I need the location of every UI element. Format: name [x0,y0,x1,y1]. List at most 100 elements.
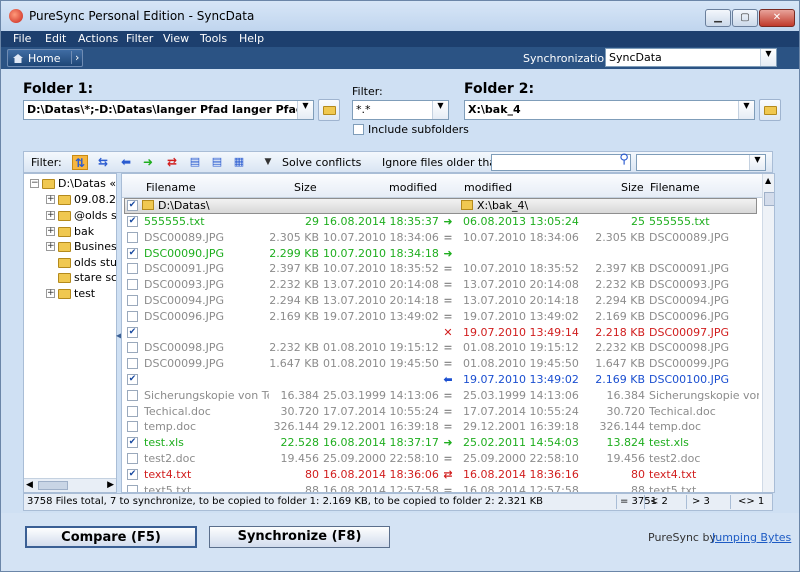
chevron-down-icon[interactable]: ▼ [760,49,776,66]
table-row[interactable]: DSC00098.JPG 2.232 KB 01.08.2010 19:15:12 =… [122,340,762,356]
show-right-icon[interactable]: ➜ [140,155,156,170]
row-checkbox[interactable] [127,389,138,401]
search-icon[interactable]: ⚲ [616,153,632,168]
menu-file[interactable]: File [13,32,31,45]
expand-icon[interactable]: + [46,289,55,298]
folder1-combo[interactable]: D:\Datas\*;-D:\Datas\langer Pfad langer … [23,100,314,120]
table-row[interactable]: ✔ text4.txt 80 16.08.2014 18:36:06 ⇄ 16.08.20… [122,467,762,483]
sync-action-icon[interactable]: = [441,231,455,244]
solve-conflicts-button[interactable]: Solve conflicts [282,156,361,169]
collapse-icon[interactable]: − [30,179,39,188]
sync-action-icon[interactable]: ⇄ [441,468,455,481]
tree-item[interactable]: stare sc [46,271,116,285]
row-checkbox[interactable] [127,484,138,492]
sync-action-icon[interactable]: = [441,294,455,307]
chevron-down-icon[interactable]: ▼ [738,101,754,119]
tree-item[interactable]: + @olds s [46,209,116,223]
table-row[interactable]: DSC00091.JPG 2.397 KB 10.07.2010 18:35:52 =… [122,261,762,277]
chevron-down-icon[interactable]: ▼ [432,101,448,119]
row-checkbox[interactable]: ✔ [127,437,138,449]
sync-action-icon[interactable]: ✕ [441,326,455,339]
expand-icon[interactable]: + [46,227,55,236]
tree-horizontal-scrollbar[interactable]: ◀ ▶ [24,478,116,492]
show-conflicts-icon[interactable]: ⇄ [164,155,180,170]
row-checkbox[interactable]: ✔ [127,326,138,338]
synchronize-button[interactable]: Synchronize (F8) [209,526,390,548]
menu-view[interactable]: View [163,32,189,45]
show-changed-icon[interactable]: ⇆ [95,155,111,170]
close-button[interactable]: ✕ [759,9,795,27]
sync-action-icon[interactable]: ➜ [441,215,455,228]
table-row[interactable]: temp.doc 326.144 29.12.2001 16:39:18 = 29.12… [122,419,762,435]
expand-icon[interactable]: + [46,195,55,204]
menu-tools[interactable]: Tools [200,32,227,45]
row-checkbox[interactable] [127,421,138,433]
table-row[interactable]: text5.txt 88 16.08.2014 12:57:58 = 16.08.201… [122,483,762,492]
ignore-older-dropdown[interactable]: ▼ [636,154,766,171]
scroll-thumb[interactable] [38,481,68,490]
folder2-browse-button[interactable] [759,99,781,121]
status-right-count[interactable]: > 3 [692,496,710,507]
table-row[interactable]: DSC00093.JPG 2.232 KB 13.07.2010 20:14:08 =… [122,277,762,293]
show-all-icon[interactable]: ⇅ [72,155,88,170]
folder1-browse-button[interactable] [318,99,340,121]
directory-row[interactable]: ✔ D:\Datas\ X:\bak_4\ [122,198,762,214]
show-left-only-icon[interactable]: ▤ [187,155,203,170]
col-filename-left[interactable]: Filename [146,181,196,194]
ignore-older-input[interactable] [491,154,631,171]
folder-tree[interactable]: − D:\Datas « + 09.08.2 + @olds s + bak +… [23,173,117,493]
compare-button[interactable]: Compare (F5) [25,526,197,548]
table-row[interactable]: DSC00096.JPG 2.169 KB 19.07.2010 13:49:02 =… [122,309,762,325]
row-checkbox[interactable] [127,358,138,370]
tree-item[interactable]: + test [46,287,116,301]
maximize-button[interactable]: ▢ [732,9,758,27]
show-right-only-icon[interactable]: ▤ [209,155,225,170]
row-checkbox[interactable]: ✔ [127,200,138,211]
menu-edit[interactable]: Edit [45,32,66,45]
scroll-right-icon[interactable]: ▶ [107,480,114,490]
menu-filter[interactable]: Filter [126,32,153,45]
include-subfolders-checkbox[interactable] [353,124,364,135]
table-row[interactable]: ✔ ✕ 19.07.2010 13:49:14 2.218 KB DSC00097.JP… [122,325,762,341]
grid-vertical-scrollbar[interactable]: ▲ [762,174,774,492]
chevron-right-icon[interactable]: › [71,51,79,64]
table-row[interactable]: test2.doc 19.456 25.09.2000 22:58:10 = 25.09… [122,451,762,467]
chevron-down-icon[interactable]: ▼ [260,155,276,170]
filter-combo[interactable]: *.* ▼ [352,100,449,120]
expand-icon[interactable]: + [46,211,55,220]
status-left-count[interactable]: < 2 [650,496,668,507]
sync-action-icon[interactable]: = [441,357,455,370]
col-size-right[interactable]: Size [621,181,644,194]
sync-action-icon[interactable]: = [441,405,455,418]
show-equal-icon[interactable]: ▦ [231,155,247,170]
sync-action-icon[interactable]: = [441,341,455,354]
sync-action-icon[interactable]: = [441,484,455,492]
row-checkbox[interactable] [127,342,138,354]
col-modified-right[interactable]: modified [464,181,512,194]
menu-help[interactable]: Help [239,32,264,45]
sync-action-icon[interactable]: = [441,420,455,433]
tree-item[interactable]: + Busines [46,240,116,254]
sync-action-icon[interactable]: = [441,278,455,291]
tree-root[interactable]: − D:\Datas « [30,177,116,191]
row-checkbox[interactable]: ✔ [127,468,138,480]
table-row[interactable]: Sicherungskopie von Te 16.384 25.03.1999 1… [122,388,762,404]
scroll-left-icon[interactable]: ◀ [26,480,33,490]
sync-action-icon[interactable]: = [441,452,455,465]
table-row[interactable]: ✔ ⬅ 19.07.2010 13:49:02 2.169 KB DSC00100.JP… [122,372,762,388]
show-left-icon[interactable]: ⬅ [118,155,134,170]
tree-item[interactable]: olds stu [46,256,116,270]
row-checkbox[interactable] [127,279,138,291]
row-checkbox[interactable] [127,295,138,306]
chevron-down-icon[interactable]: ▼ [297,101,313,119]
row-checkbox[interactable] [127,405,138,417]
table-row[interactable]: DSC00099.JPG 1.647 KB 01.08.2010 19:45:50 =… [122,356,762,372]
file-comparison-grid[interactable]: Filename Size modified modified Size Fil… [121,173,775,493]
tree-item[interactable]: + bak [46,225,116,239]
table-row[interactable]: DSC00094.JPG 2.294 KB 13.07.2010 20:14:18 =… [122,293,762,309]
folder2-combo[interactable]: X:\bak_4 ▼ [464,100,755,120]
chevron-down-icon[interactable]: ▼ [749,155,765,170]
scroll-thumb[interactable] [764,192,774,206]
col-size-left[interactable]: Size [294,181,317,194]
sync-action-icon[interactable]: ➜ [441,247,455,260]
